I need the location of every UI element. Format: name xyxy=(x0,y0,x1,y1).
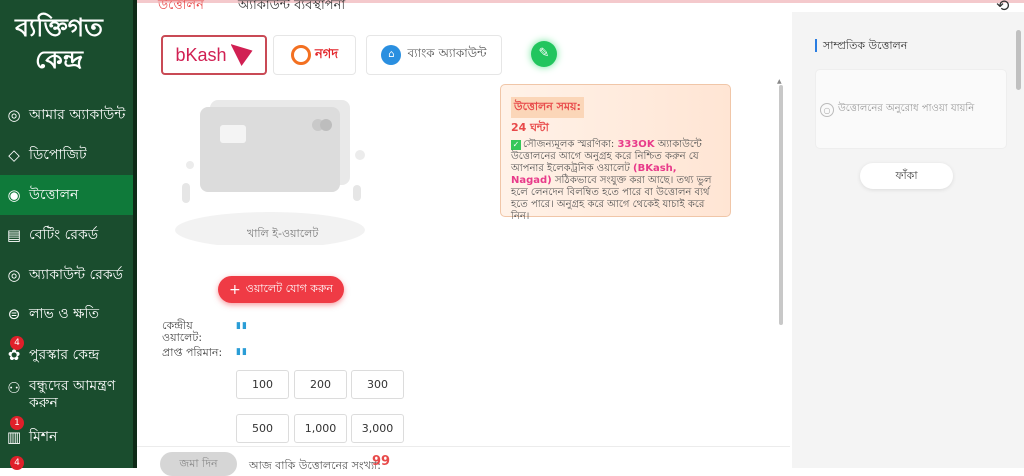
bank-icon: ⌂ xyxy=(381,45,402,65)
sidebar-item-withdraw[interactable]: ◉ উত্তোলন xyxy=(0,175,133,215)
nagad-logo-icon xyxy=(290,45,311,65)
profit-loss-icon: ⊜ xyxy=(7,305,21,323)
info-body: ✓ সৌজন্যমূলক স্মরণিকা: 333OK অ্যাকাউন্টে … xyxy=(511,139,720,223)
sidebar-item-betting-record[interactable]: ▤ বেটিং রেকর্ড xyxy=(0,215,133,255)
payment-bank-account[interactable]: ⌂ ব্যাংক অ্যাকাউন্ট xyxy=(366,35,502,75)
sidebar-item-my-account[interactable]: ◎ আমার অ্যাকাউন্ট xyxy=(0,95,133,135)
amount-option[interactable]: 100 xyxy=(236,370,289,399)
add-wallet-label: ওয়ালেট যোগ করুন xyxy=(245,282,333,295)
empty-wallet-label: খালি ই-ওয়ালেট xyxy=(247,227,319,240)
empty-text-label: উত্তোলনের অনুরোধ পাওয়া যায়নি xyxy=(838,103,975,114)
sidebar-item-label: ডিপোজিট xyxy=(29,147,87,163)
empty-button[interactable]: ফাঁকা xyxy=(860,163,953,189)
amount-option[interactable]: 200 xyxy=(294,370,347,399)
mission-badge: 1 xyxy=(10,416,24,430)
sidebar-item-label: উত্তোলন xyxy=(29,187,79,203)
empty-icon: ○ xyxy=(820,102,834,117)
betting-record-icon: ▤ xyxy=(6,226,22,244)
sidebar-item-account-record[interactable]: ◎ অ্যাকাউন্ট রেকর্ড xyxy=(0,255,133,295)
bkash-label: bKash xyxy=(175,44,227,65)
central-wallet-loading-icon: ▮▮ xyxy=(236,321,248,331)
remaining-withdrawals-count: 99 xyxy=(372,454,391,469)
sidebar-item-label: মিশন xyxy=(29,429,58,445)
amount-option[interactable]: 300 xyxy=(351,370,404,399)
sidebar-item-deposit[interactable]: ◇ ডিপোজিট xyxy=(0,135,133,175)
deposit-icon: ◇ xyxy=(8,146,20,164)
empty-wallet-illustration xyxy=(175,100,365,245)
right-panel-scrollbar[interactable] xyxy=(1016,30,1021,90)
mission-icon: ▥ xyxy=(6,428,22,446)
payment-nagad[interactable]: নগদ xyxy=(273,35,356,75)
account-record-icon: ◎ xyxy=(7,266,21,284)
sidebar-edge xyxy=(133,0,137,468)
withdraw-info-box: উত্তোলন সময়: 24 ঘন্টা ✓ সৌজন্যমূলক স্মরণ… xyxy=(500,84,731,222)
sidebar-item-label: আমার অ্যাকাউন্ট xyxy=(29,107,126,123)
edit-icon[interactable]: ✎ xyxy=(531,41,557,67)
scroll-up-icon[interactable]: ▲ xyxy=(777,78,782,85)
amount-option[interactable]: 3,000 xyxy=(351,414,404,443)
account-icon: ◎ xyxy=(7,106,21,124)
check-icon: ✓ xyxy=(511,140,521,150)
plus-icon: + xyxy=(228,281,241,298)
info-hours: 24 ঘন্টা xyxy=(511,121,549,134)
recent-withdrawals-title: সাম্প্রতিক উত্তোলন xyxy=(815,39,907,52)
add-wallet-button[interactable]: + ওয়ালেট যোগ করুন xyxy=(218,276,344,303)
sidebar-item-label: লাভ ও ক্ষতি xyxy=(29,306,99,322)
info-body-prefix: সৌজন্যমূলক স্মরণিকা: xyxy=(523,139,618,150)
tab-withdraw[interactable]: উত্তোলন xyxy=(158,0,204,17)
bkash-logo-icon xyxy=(230,44,253,66)
sidebar-item-invite-friends[interactable]: ⚇ বন্ধুদের আমন্ত্রণ করুন xyxy=(0,374,133,416)
main-scrollbar[interactable] xyxy=(779,85,783,325)
recent-withdrawals-empty-text: ○ উত্তোলনের অনুরোধ পাওয়া যায়নি xyxy=(820,101,974,118)
bank-label: ব্যাংক অ্যাকাউন্ট xyxy=(407,46,487,60)
submit-button[interactable]: জমা দিন xyxy=(160,452,237,476)
amount-option[interactable]: 1,000 xyxy=(294,414,347,443)
sidebar-item-label: অ্যাকাউন্ট রেকর্ড xyxy=(29,267,123,283)
sidebar: ব্যক্তিগত কেন্দ্র ◎ আমার অ্যাকাউন্ট ◇ ডি… xyxy=(0,0,133,470)
remaining-withdrawals-label: আজ বাকি উত্তোলনের সংখ্যা: xyxy=(249,459,381,472)
sidebar-item-label: বেটিং রেকর্ড xyxy=(29,227,99,243)
sidebar-item-label: পুরস্কার কেন্দ্র xyxy=(29,347,100,363)
tab-account-management[interactable]: অ্যাকাউন্ট ব্যবস্থাপনা xyxy=(238,0,345,17)
reward-badge: 4 xyxy=(10,336,24,350)
invite-friends-icon: ⚇ xyxy=(7,378,21,397)
withdraw-icon: ◉ xyxy=(7,186,21,204)
received-amount-label: প্রাপ্ত পরিমান: xyxy=(162,346,223,359)
received-amount-loading-icon: ▮▮ xyxy=(236,347,248,357)
nagad-label: নগদ xyxy=(314,46,339,62)
sidebar-item-profit-loss[interactable]: ⊜ লাভ ও ক্ষতি xyxy=(0,294,133,334)
central-wallet-label: কেন্দ্রীয় ওয়ালেট: xyxy=(162,319,203,344)
info-title: উত্তোলন সময়: xyxy=(511,97,584,118)
info-brand: 333OK xyxy=(617,139,655,150)
sidebar-title: ব্যক্তিগত কেন্দ্র xyxy=(15,13,103,74)
sidebar-item-label: বন্ধুদের আমন্ত্রণ করুন xyxy=(29,378,116,411)
amount-option[interactable]: 500 xyxy=(236,414,289,443)
payment-bkash[interactable]: bKash xyxy=(161,35,267,75)
